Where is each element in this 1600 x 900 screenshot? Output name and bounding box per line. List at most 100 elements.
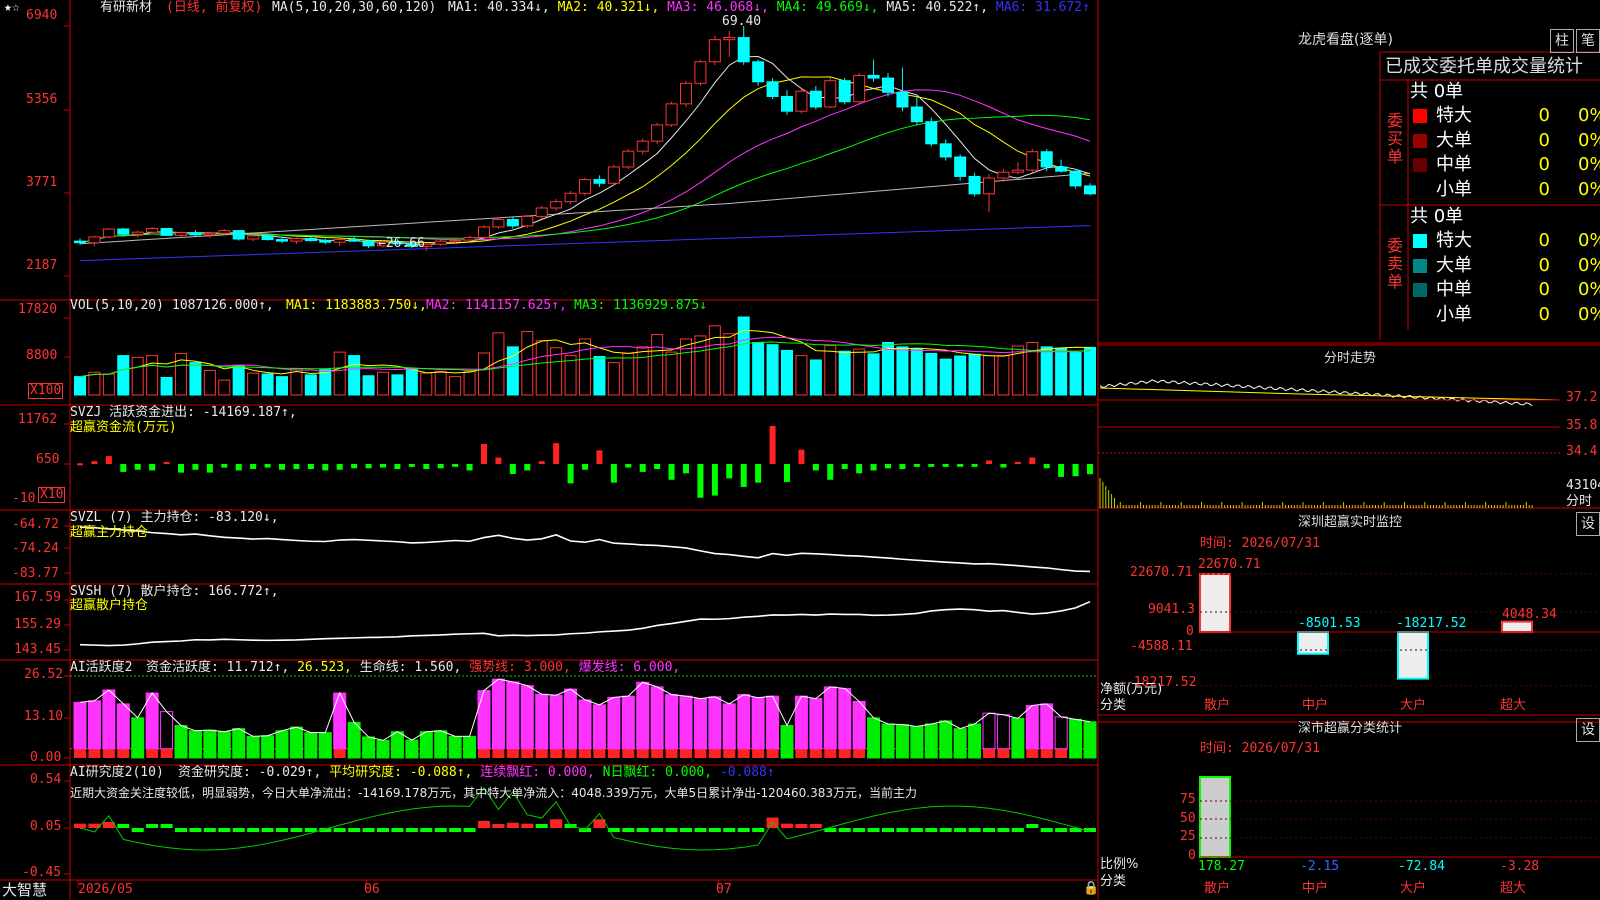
star-icon[interactable]: ★☆ <box>4 0 20 16</box>
bar-mode-button[interactable]: 柱 <box>1550 29 1574 53</box>
lhb-tab[interactable]: 已成交委托单成交量统计 <box>1385 55 1583 79</box>
activity-bar <box>621 695 635 750</box>
lock-icon[interactable]: 🔒 <box>1083 881 1099 897</box>
lhb-title: 龙虎看盘(逐单) <box>1298 32 1393 48</box>
ai2-value-0: 资金研究度: -0.029↑, <box>178 765 330 780</box>
candle <box>607 166 620 184</box>
fund-flow-bar <box>538 461 545 464</box>
fund-flow-bar <box>726 464 733 479</box>
ai1-ytick: 0.00 <box>30 750 62 765</box>
ai1-value-1: 26.523, <box>297 660 360 675</box>
intraday-title: 分时走势 <box>1323 351 1376 366</box>
research-bar <box>1011 828 1024 832</box>
ma-line-1 <box>79 56 1091 245</box>
activity-base-bar <box>492 748 505 758</box>
volume-bar <box>420 372 433 396</box>
activity-bar <box>174 725 188 759</box>
activity-bar <box>116 703 130 750</box>
research-bar <box>723 828 736 832</box>
candle <box>1040 151 1053 168</box>
buy-row-count: 0 <box>1538 178 1550 200</box>
activity-base-bar <box>478 748 490 758</box>
volume-bar <box>434 370 447 396</box>
svsh-ytick: 167.59 <box>14 590 61 605</box>
sell-row-pct: 0% <box>1578 254 1600 276</box>
activity-base-bar <box>579 748 591 758</box>
fund-flow-bar <box>957 464 964 467</box>
candle <box>1069 170 1082 187</box>
fund-flow-bar <box>1058 464 1065 477</box>
tick-mode-button[interactable]: 笔 <box>1576 29 1600 53</box>
classify-settings-button[interactable]: 设 <box>1576 718 1600 742</box>
candle <box>983 177 995 195</box>
fund-flow-bar <box>683 464 689 474</box>
volume-bar <box>838 350 851 396</box>
ai2-ytick: 0.05 <box>30 819 62 834</box>
activity-base-bar <box>824 748 837 758</box>
activity-bar <box>780 725 794 759</box>
volume-bar <box>463 370 476 396</box>
activity-bar <box>1083 721 1097 759</box>
fund-flow-bar <box>250 464 257 470</box>
activity-base-bar <box>550 748 563 758</box>
buy-row-name: 特大 <box>1436 105 1472 126</box>
classify-time: 时间: 2026/07/31 <box>1200 741 1320 756</box>
volume-bar <box>636 346 649 396</box>
sell-side-label: 委卖单 <box>1386 236 1403 291</box>
ai2-value-2: 连续飘红: 0.000, <box>480 765 603 780</box>
xaxis-label: 06 <box>364 882 380 897</box>
high-price-marker: 69.40 <box>722 14 762 29</box>
svzl-label: SVZL (7) 主力持仓: -83.120↓, <box>70 510 279 525</box>
candle <box>146 228 159 233</box>
buy-row-pct: 0% <box>1578 105 1600 126</box>
candle <box>319 240 332 243</box>
classify-ytick: 75 <box>1180 792 1196 807</box>
activity-base-bar <box>983 748 995 758</box>
activity-bar <box>390 731 404 759</box>
volume-bar <box>362 375 375 396</box>
volume-bar <box>607 362 620 396</box>
fund-flow-bar <box>351 464 358 469</box>
activity-base-bar <box>1040 748 1053 758</box>
classify-value-label: -72.84 <box>1398 859 1445 874</box>
svzl-ytick: -83.77 <box>12 566 59 581</box>
monitor-settings-button[interactable]: 设 <box>1576 512 1600 536</box>
sell-row-count: 0 <box>1538 279 1550 300</box>
fund-flow-bar <box>1029 457 1036 464</box>
fund-flow-bar <box>235 464 242 471</box>
classify-value-label: -2.15 <box>1300 859 1340 874</box>
classify-ytick: 0 <box>1188 848 1196 863</box>
research-bar <box>1055 828 1068 832</box>
fund-flow-bar <box>452 464 459 467</box>
candle <box>838 80 851 103</box>
candle <box>290 237 303 242</box>
activity-bar <box>145 692 159 750</box>
activity-base-bar <box>117 748 130 758</box>
candle <box>579 179 591 194</box>
research-bar <box>1026 824 1039 828</box>
activity-base-bar <box>708 748 721 758</box>
ai1-title: AI活跃度2 <box>70 660 133 675</box>
fund-flow-bar <box>279 464 285 470</box>
activity-bar <box>463 735 477 759</box>
candle <box>593 179 606 184</box>
ma-value-3: MA4: 49.669↓, <box>776 0 887 15</box>
candle <box>766 81 779 97</box>
candle <box>333 239 346 243</box>
candle <box>463 236 476 241</box>
activity-bar <box>289 726 303 759</box>
candle <box>449 239 462 242</box>
volume-bar <box>449 376 462 396</box>
activity-bar <box>1040 703 1054 750</box>
research-bar <box>175 828 187 832</box>
chart-mode: (日线, 前复权) <box>166 0 263 15</box>
activity-base-bar <box>74 748 86 758</box>
vol-ma3: MA3: 1136929.875↓ <box>574 298 708 313</box>
ai1-values: 资金活跃度: 11.712↑, 26.523, 生命线: 1.560, 强势线:… <box>146 660 680 676</box>
svsh-sub: 超赢散户持仓 <box>70 598 149 613</box>
activity-bar <box>737 694 751 750</box>
activity-bar <box>491 678 505 750</box>
buy-row-name: 中单 <box>1436 154 1472 175</box>
sell-row-name: 特大 <box>1436 230 1472 251</box>
volume-bar <box>1040 346 1053 396</box>
